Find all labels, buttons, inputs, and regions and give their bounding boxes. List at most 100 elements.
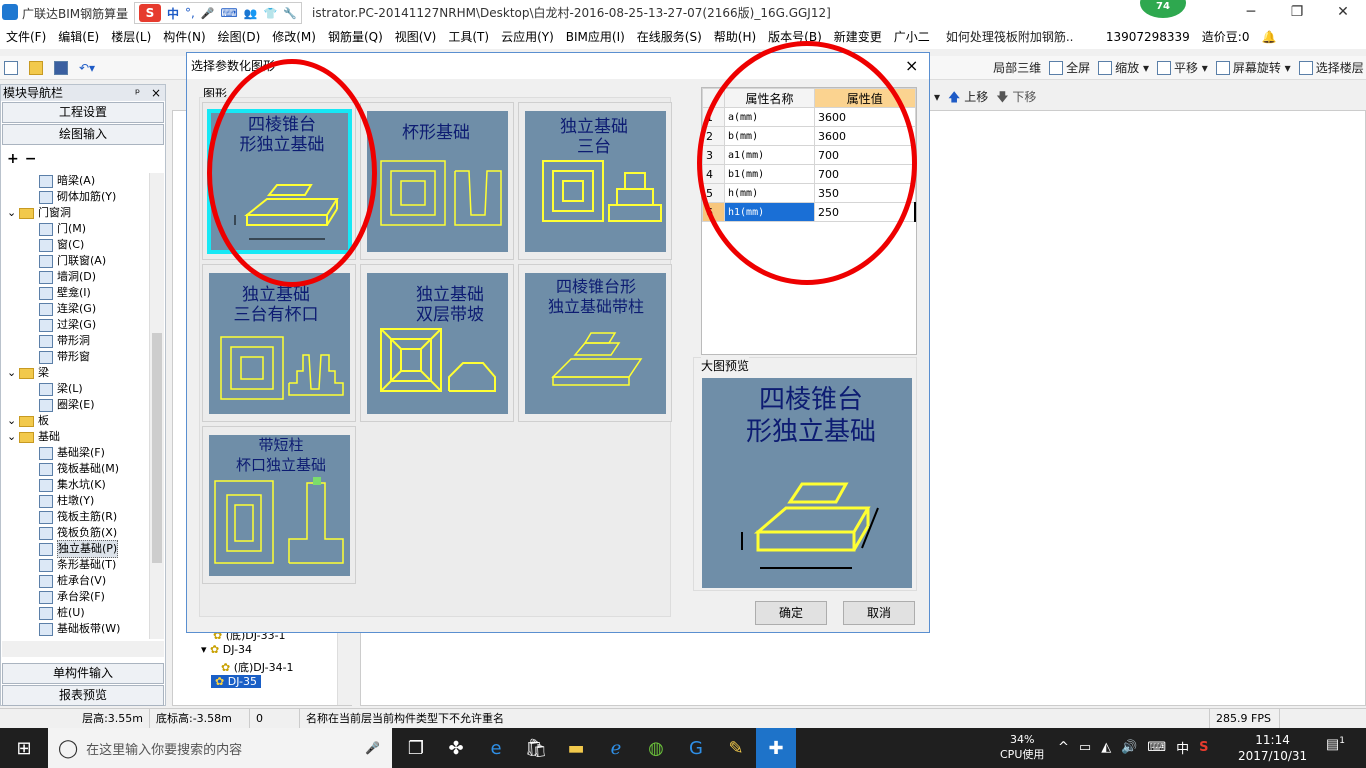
tree-folder[interactable]: ⌄ 门窗洞 (3, 205, 149, 221)
tree-item[interactable]: 连梁(G) (3, 301, 149, 317)
menu-view[interactable]: 视图(V) (389, 25, 443, 49)
menu-edit[interactable]: 编辑(E) (52, 25, 105, 49)
table-row[interactable]: 3 a1(mm) 700 (702, 145, 916, 165)
tree-item[interactable]: 门联窗(A) (3, 253, 149, 269)
dialog-close-icon[interactable]: × (905, 53, 918, 79)
tray-keyboard-icon[interactable]: ⌨ (1147, 740, 1166, 755)
tree-scrollbar[interactable] (149, 173, 164, 639)
clock[interactable]: 11:14 2017/10/31 (1238, 732, 1307, 764)
move-up-button[interactable]: 🡅 上移 (944, 86, 992, 108)
shape-tile-double-slope[interactable]: 独立基础 双层带坡 (360, 264, 514, 422)
tray-sogou-icon[interactable]: S (1199, 740, 1208, 755)
expand-all-icon[interactable]: + (7, 151, 19, 167)
cancel-button[interactable]: 取消 (843, 601, 915, 625)
collapse-all-icon[interactable]: − (25, 151, 37, 167)
menu-cloud[interactable]: 云应用(Y) (495, 25, 560, 49)
tree-item[interactable]: 条形基础(T) (3, 557, 149, 573)
save-icon[interactable] (50, 57, 75, 79)
panel-close-icon[interactable]: × (151, 85, 161, 101)
menu-version[interactable]: 版本号(B) (762, 25, 828, 49)
fan-app-icon[interactable]: ✤ (436, 728, 476, 768)
property-value-input[interactable]: 700 (814, 145, 916, 165)
explorer-icon[interactable]: ▬ (556, 728, 596, 768)
edge-icon[interactable]: e (476, 728, 516, 768)
glodon-app-icon[interactable]: ✚ (756, 728, 796, 768)
ime-chinese-toggle[interactable]: 中 (167, 5, 179, 22)
tree-item[interactable]: 砌体加筋(Y) (3, 189, 149, 205)
menu-draw[interactable]: 绘图(D) (212, 25, 267, 49)
table-row[interactable]: 6 h1(mm) 250 (702, 202, 916, 222)
tree-item[interactable]: 过梁(G) (3, 317, 149, 333)
tree-folder[interactable]: ⌄ 基础 (3, 429, 149, 445)
pin-icon[interactable]: ᵖ (135, 85, 140, 101)
menu-new-change[interactable]: 新建变更 (828, 25, 888, 49)
close-button[interactable]: ✕ (1320, 0, 1366, 25)
user-phone[interactable]: 13907298339 (1100, 25, 1196, 49)
ok-button[interactable]: 确定 (755, 601, 827, 625)
shape-tile-cup[interactable]: 杯形基础 (360, 102, 514, 260)
ime-user-icon[interactable]: 👥 (244, 7, 258, 20)
notification-icon[interactable]: ▤1 (1326, 736, 1345, 753)
tray-ime[interactable]: 中 (1176, 738, 1189, 757)
tree-item[interactable]: 壁龛(I) (3, 285, 149, 301)
tree-item[interactable]: 基础板带(W) (3, 621, 149, 637)
help-question-link[interactable]: 如何处理筏板附加钢筋.. (940, 25, 1090, 49)
cpu-meter[interactable]: 34% CPU使用 (1000, 732, 1044, 762)
menu-tools[interactable]: 工具(T) (442, 25, 495, 49)
property-value-input[interactable]: 250 (814, 202, 916, 222)
menu-component[interactable]: 构件(N) (157, 25, 211, 49)
tree-item[interactable]: 筏板基础(M) (3, 461, 149, 477)
ime-voice-icon[interactable]: 🎤 (201, 7, 215, 20)
table-row[interactable]: 5 h(mm) 350 (702, 183, 916, 203)
tree-folder[interactable]: ⌄ 梁 (3, 365, 149, 381)
tree-item[interactable]: 门(M) (3, 221, 149, 237)
tray-device-icon[interactable]: ▭ (1079, 740, 1091, 755)
ime-keyboard-icon[interactable]: ⌨ (221, 6, 238, 20)
tree-folder[interactable]: ⌄ 板 (3, 413, 149, 429)
tree-hscrollbar[interactable] (2, 641, 164, 657)
tree-item[interactable]: 承台梁(F) (3, 589, 149, 605)
tray-up-icon[interactable]: ^ (1058, 740, 1069, 755)
report-preview-button[interactable]: 报表预览 (2, 685, 164, 706)
tree-item[interactable]: 筏板主筋(R) (3, 509, 149, 525)
local-3d-button[interactable]: 局部三维 (989, 57, 1045, 79)
select-floor-button[interactable]: 选择楼层 (1295, 57, 1366, 79)
g-app-icon[interactable]: G (676, 728, 716, 768)
property-value-input[interactable]: 700 (814, 164, 916, 184)
expand-arrow-icon[interactable]: ⌄ (7, 205, 19, 221)
menu-rebar-qty[interactable]: 钢筋量(Q) (322, 25, 389, 49)
ime-punct-icon[interactable]: °, (185, 6, 195, 20)
score-badge[interactable]: 74 (1140, 0, 1186, 18)
tree-item[interactable]: 筏板负筋(X) (3, 525, 149, 541)
drawing-input-button[interactable]: 绘图输入 (2, 124, 164, 145)
tree-item[interactable]: 带形洞 (3, 333, 149, 349)
list-item-selected[interactable]: ✿ DJ-35 (211, 675, 262, 688)
menu-online[interactable]: 在线服务(S) (631, 25, 708, 49)
tray-volume-icon[interactable]: 🔊 (1121, 740, 1137, 755)
maximize-button[interactable]: ❐ (1274, 0, 1320, 25)
shape-tile-three-step[interactable]: 独立基础 三台 (518, 102, 672, 260)
menu-file[interactable]: 文件(F) (0, 25, 52, 49)
menu-help[interactable]: 帮助(H) (708, 25, 762, 49)
tree-item[interactable]: 桩承台(V) (3, 573, 149, 589)
tree-item[interactable]: 基础梁(F) (3, 445, 149, 461)
tree-item[interactable]: 暗梁(A) (3, 173, 149, 189)
windows-start-icon[interactable]: ⊞ (4, 728, 44, 768)
ime-tools-icon[interactable]: 🔧 (283, 7, 297, 20)
shape-tile-three-step-cup[interactable]: 独立基础 三台有杯口 (202, 264, 356, 422)
rotate-screen-button[interactable]: 屏幕旋转 ▾ (1212, 57, 1295, 79)
sogou-icon[interactable]: S (139, 4, 161, 22)
shape-tile-pyramid[interactable]: 四棱锥台 形独立基础 (202, 102, 356, 260)
undo-icon[interactable]: ↶▾ (75, 57, 99, 79)
coins-label[interactable]: 造价豆:0 (1196, 25, 1256, 49)
menu-modify[interactable]: 修改(M) (266, 25, 322, 49)
ie-icon[interactable]: ℯ (596, 728, 636, 768)
bell-icon[interactable]: 🔔 (1255, 25, 1282, 49)
taskbar-search[interactable]: ◯ 在这里输入你要搜索的内容 🎤 (48, 728, 392, 768)
notes-app-icon[interactable]: ✎ (716, 728, 756, 768)
tree-item[interactable]: 圈梁(E) (3, 397, 149, 413)
pan-button[interactable]: 平移 ▾ (1153, 57, 1212, 79)
expand-arrow-icon[interactable]: ⌄ (7, 365, 19, 381)
list-item[interactable]: ✿ (底)DJ-34-1 (221, 659, 294, 675)
fullscreen-button[interactable]: 全屏 (1045, 57, 1094, 79)
